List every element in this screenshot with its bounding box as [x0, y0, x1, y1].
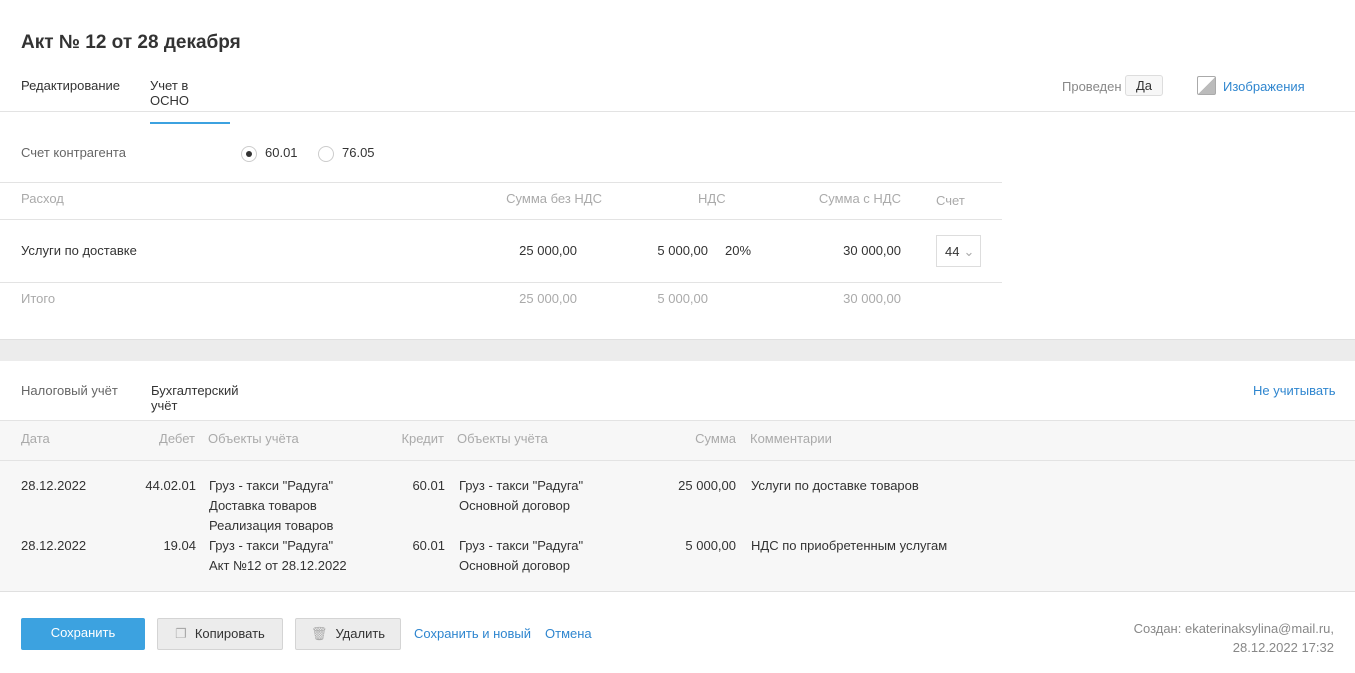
ledger-credit-object: Груз - такси "Радуга"	[459, 478, 584, 493]
copy-button[interactable]: ❐ Копировать	[157, 618, 283, 650]
ledger-date: 28.12.2022	[21, 478, 87, 493]
save-new-link[interactable]: Сохранить и новый	[414, 626, 531, 641]
col-vat: НДС	[698, 191, 726, 206]
radio-icon	[241, 145, 257, 162]
created-by: Создан: ekaterinaksylina@mail.ru,	[1133, 621, 1334, 636]
ledger-debit: 19.04	[163, 538, 196, 553]
ledger-debit-object: Груз - такси "Радуга"	[209, 538, 334, 553]
ledger-sum: 25 000,00	[678, 478, 736, 493]
radio-label: 76.05	[342, 145, 375, 160]
ledger-sum: 5 000,00	[685, 538, 736, 553]
col-credit: Кредит	[401, 431, 444, 446]
row-net: 25 000,00	[519, 243, 577, 258]
ledger-credit: 60.01	[412, 538, 445, 553]
copy-icon: ❐	[175, 626, 187, 641]
created-date: 28.12.2022 17:32	[1232, 640, 1334, 655]
col-comment: Комментарии	[750, 431, 832, 446]
ledger-comment: Услуги по доставке товаров	[751, 478, 919, 493]
row-rate[interactable]: 20%	[725, 243, 751, 258]
col-net: Сумма без НДС	[506, 191, 602, 206]
page-title: Акт № 12 от 28 декабря	[21, 32, 241, 53]
counterparty-label: Счет контрагента	[21, 145, 126, 160]
row-name: Услуги по доставке	[21, 243, 137, 258]
col-credit-objects: Объекты учёта	[457, 431, 548, 446]
ledger-debit-object: Акт №12 от 28.12.2022	[209, 558, 347, 573]
col-debit: Дебет	[159, 431, 195, 446]
row-vat: 5 000,00	[657, 243, 708, 258]
image-icon[interactable]	[1197, 76, 1216, 95]
account-value: 44	[945, 244, 960, 259]
delete-button[interactable]: 🗑 Удалить	[295, 618, 401, 650]
trash-icon: 🗑	[310, 626, 328, 641]
col-sum: Сумма	[695, 431, 736, 446]
ledger-credit-object: Груз - такси "Радуга"	[459, 538, 584, 553]
ledger-date: 28.12.2022	[21, 538, 87, 553]
status-label: Проведен	[1062, 79, 1122, 94]
radio-icon	[318, 145, 334, 162]
tab-osno[interactable]: Учет в ОСНО	[150, 78, 230, 124]
ledger-debit-object: Груз - такси "Радуга"	[209, 478, 334, 493]
total-net: 25 000,00	[519, 291, 577, 306]
total-vat: 5 000,00	[657, 291, 708, 306]
radio-label: 60.01	[265, 145, 298, 160]
ledger-comment: НДС по приобретенным услугам	[751, 538, 948, 553]
ledger-table	[0, 421, 1355, 592]
ledger-debit: 44.02.01	[145, 478, 196, 493]
total-gross: 30 000,00	[843, 291, 901, 306]
radio-7605[interactable]: 76.05	[318, 145, 375, 162]
ledger-credit-object: Основной договор	[459, 498, 570, 513]
tab-tax[interactable]: Налоговый учёт	[21, 383, 118, 412]
posted-toggle[interactable]: Да	[1125, 75, 1163, 96]
cancel-link[interactable]: Отмена	[545, 626, 592, 641]
col-debit-objects: Объекты учёта	[208, 431, 299, 446]
account-select[interactable]: 44 ⌄	[936, 235, 981, 267]
radio-6001[interactable]: 60.01	[241, 145, 298, 162]
col-expense: Расход	[21, 191, 64, 206]
chevron-down-icon: ⌄	[963, 244, 975, 259]
tab-edit[interactable]: Редактирование	[21, 78, 120, 107]
copy-label: Копировать	[194, 626, 265, 641]
col-date: Дата	[21, 431, 50, 446]
row-gross: 30 000,00	[843, 243, 901, 258]
ledger-debit-object: Доставка товаров	[209, 498, 317, 513]
ledger-credit-object: Основной договор	[459, 558, 570, 573]
delete-label: Удалить	[335, 626, 386, 641]
total-label: Итого	[21, 291, 56, 306]
images-link[interactable]: Изображения	[1223, 79, 1305, 94]
col-account: Счет	[936, 193, 965, 208]
ledger-credit: 60.01	[412, 478, 445, 493]
ledger-debit-object: Реализация товаров	[209, 518, 334, 533]
col-gross: Сумма с НДС	[818, 191, 901, 206]
save-button[interactable]: Сохранить	[21, 618, 145, 650]
ignore-link[interactable]: Не учитывать	[1253, 383, 1336, 398]
section-divider	[0, 339, 1355, 361]
